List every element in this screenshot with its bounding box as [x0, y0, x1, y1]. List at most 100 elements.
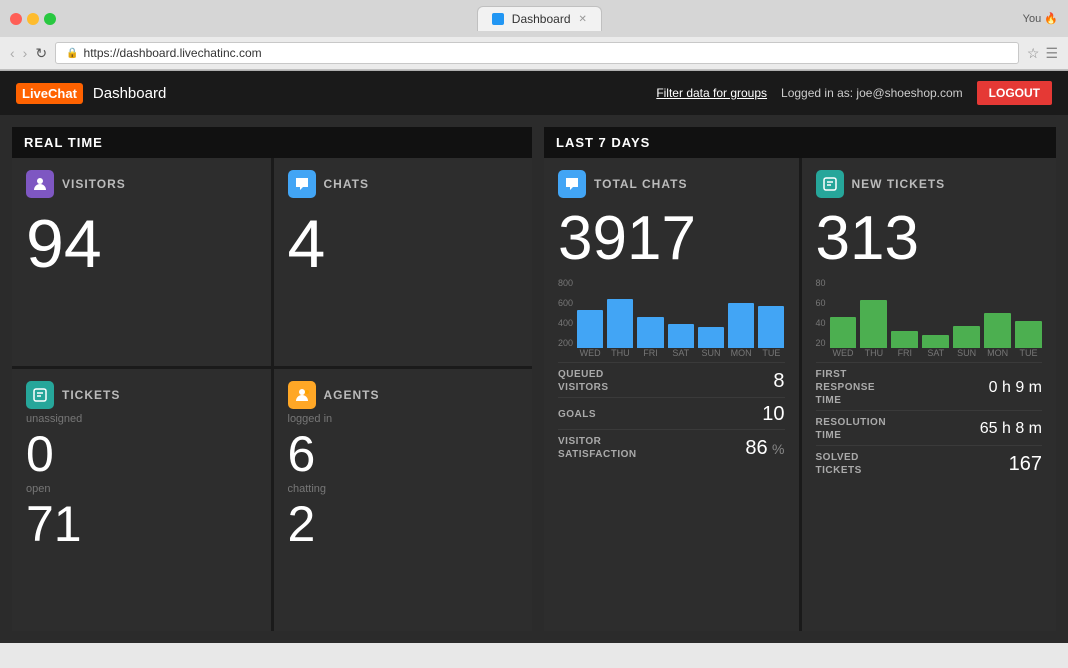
goals-value: 10: [762, 403, 784, 426]
agents-logged-in-label: logged in: [288, 413, 519, 425]
agents-card-header: AGENTS: [288, 381, 519, 409]
chats-label: CHATS: [324, 177, 369, 191]
total-chats-value: 3917: [558, 208, 785, 270]
total-chats-header: TOTAL CHATS: [558, 170, 785, 198]
agents-label: AGENTS: [324, 388, 380, 402]
visitor-satisfaction-value: 86 %: [745, 437, 784, 460]
maximize-button[interactable]: [44, 13, 56, 25]
agents-chatting-value: 2: [288, 499, 519, 549]
right-panel: LAST 7 DAYS TOTAL CHATS 3917: [544, 127, 1056, 631]
app: LiveChat Dashboard Filter data for group…: [0, 71, 1068, 643]
bar-tue: [758, 306, 784, 348]
bar-mon: [728, 303, 754, 349]
tickets-y-labels: 80 60 40 20: [816, 278, 826, 348]
tickets-open-label: open: [26, 483, 257, 495]
y-labels: 800 600 400 200: [558, 278, 573, 348]
visitors-card-header: VISITORS: [26, 170, 257, 198]
total-chats-label: TOTAL CHATS: [594, 177, 687, 191]
visitors-value: 94: [26, 210, 257, 278]
visitor-satisfaction-label: VISITORSATISFACTION: [558, 435, 637, 461]
first-response-value: 0 h 9 m: [989, 379, 1042, 397]
chart-day-labels: WED THU FRI SAT SUN MON TUE: [577, 348, 784, 358]
tickets-unassigned-value: 0: [26, 429, 257, 479]
resolution-time-row: RESOLUTIONTIME 65 h 8 m: [816, 410, 1043, 442]
tbar-wed: [830, 317, 857, 348]
chats-icon: [288, 170, 316, 198]
bar-sat: [668, 324, 694, 349]
new-tickets-bottom-stats: FIRSTRESPONSETIME 0 h 9 m RESOLUTIONTIME…: [816, 362, 1043, 477]
chart-bars: [577, 278, 784, 348]
bar-sun: [698, 327, 724, 348]
total-chats-chart: 800 600 400 200: [558, 278, 785, 358]
filter-link[interactable]: Filter data for groups: [656, 86, 767, 100]
star-icon[interactable]: ☆: [1027, 45, 1040, 62]
agents-icon: [288, 381, 316, 409]
tickets-day-labels: WED THU FRI SAT SUN MON TUE: [830, 348, 1042, 358]
browser-titlebar: Dashboard ✕ You 🔥: [0, 0, 1068, 37]
visitors-label: VISITORS: [62, 177, 126, 191]
logged-in-text: Logged in as: joe@shoeshop.com: [781, 86, 963, 100]
new-tickets-value: 313: [816, 208, 1043, 270]
new-tickets-card: NEW TICKETS 313 80 60 40 20: [802, 158, 1057, 631]
total-chats-bottom-stats: QUEUEDVISITORS 8 GOALS 10 VISITORSATISFA…: [558, 362, 785, 461]
realtime-grid: VISITORS 94 CHATS 4: [12, 158, 532, 631]
tickets-sub: unassigned 0 open 71: [26, 413, 257, 549]
url-text: https://dashboard.livechatinc.com: [84, 46, 262, 60]
visitors-card: VISITORS 94: [12, 158, 271, 366]
tbar-fri: [891, 331, 918, 349]
menu-icon[interactable]: ☰: [1045, 45, 1058, 62]
last7-grid: TOTAL CHATS 3917 800 600 400 200: [544, 158, 1056, 631]
tbar-sun: [953, 326, 980, 348]
brand-title: Dashboard: [93, 85, 166, 102]
address-bar[interactable]: 🔒 https://dashboard.livechatinc.com: [55, 42, 1019, 64]
last7-header: LAST 7 DAYS: [544, 127, 1056, 158]
tickets-label: TICKETS: [62, 388, 120, 402]
tab-title: Dashboard: [512, 12, 571, 26]
tbar-sat: [922, 335, 949, 348]
visitor-satisfaction-row: VISITORSATISFACTION 86 %: [558, 429, 785, 461]
resolution-time-label: RESOLUTIONTIME: [816, 416, 887, 442]
tickets-icon: [26, 381, 54, 409]
browser-tab[interactable]: Dashboard ✕: [477, 6, 602, 31]
tickets-card: TICKETS unassigned 0 open 71: [12, 369, 271, 631]
goals-row: GOALS 10: [558, 397, 785, 426]
resolution-time-value: 65 h 8 m: [980, 420, 1042, 438]
queued-visitors-label: QUEUEDVISITORS: [558, 368, 609, 394]
chats-value: 4: [288, 210, 519, 278]
total-chats-icon: [558, 170, 586, 198]
tickets-chart-bars: [830, 278, 1042, 348]
first-response-row: FIRSTRESPONSETIME 0 h 9 m: [816, 362, 1043, 407]
first-response-label: FIRSTRESPONSETIME: [816, 368, 876, 407]
total-chats-card: TOTAL CHATS 3917 800 600 400 200: [544, 158, 799, 631]
solved-tickets-value: 167: [1009, 453, 1042, 476]
traffic-lights: [10, 13, 56, 25]
goals-label: GOALS: [558, 408, 596, 421]
back-button[interactable]: ‹: [10, 45, 15, 61]
main-content: REAL TIME VISITORS 94: [0, 115, 1068, 643]
agents-card: AGENTS logged in 6 chatting 2: [274, 369, 533, 631]
agents-sub: logged in 6 chatting 2: [288, 413, 519, 549]
left-panel: REAL TIME VISITORS 94: [12, 127, 532, 631]
bar-fri: [637, 317, 663, 349]
refresh-button[interactable]: ↻: [35, 45, 47, 62]
new-tickets-icon: [816, 170, 844, 198]
minimize-button[interactable]: [27, 13, 39, 25]
bar-wed: [577, 310, 603, 349]
tickets-open-value: 71: [26, 499, 257, 549]
top-nav: LiveChat Dashboard Filter data for group…: [0, 71, 1068, 115]
new-tickets-header: NEW TICKETS: [816, 170, 1043, 198]
agents-chatting-label: chatting: [288, 483, 519, 495]
chats-card: CHATS 4: [274, 158, 533, 366]
solved-tickets-row: SOLVEDTICKETS 167: [816, 445, 1043, 477]
logout-button[interactable]: LOGOUT: [977, 81, 1052, 105]
tickets-unassigned-label: unassigned: [26, 413, 257, 425]
browser-chrome: Dashboard ✕ You 🔥 ‹ › ↻ 🔒 https://dashbo…: [0, 0, 1068, 71]
bar-thu: [607, 299, 633, 348]
user-badge: You 🔥: [1023, 12, 1058, 25]
tab-close-icon[interactable]: ✕: [579, 14, 587, 25]
queued-visitors-row: QUEUEDVISITORS 8: [558, 362, 785, 394]
agents-logged-in-value: 6: [288, 429, 519, 479]
forward-button[interactable]: ›: [23, 45, 28, 61]
close-button[interactable]: [10, 13, 22, 25]
toolbar-right: ☆ ☰: [1027, 45, 1058, 62]
